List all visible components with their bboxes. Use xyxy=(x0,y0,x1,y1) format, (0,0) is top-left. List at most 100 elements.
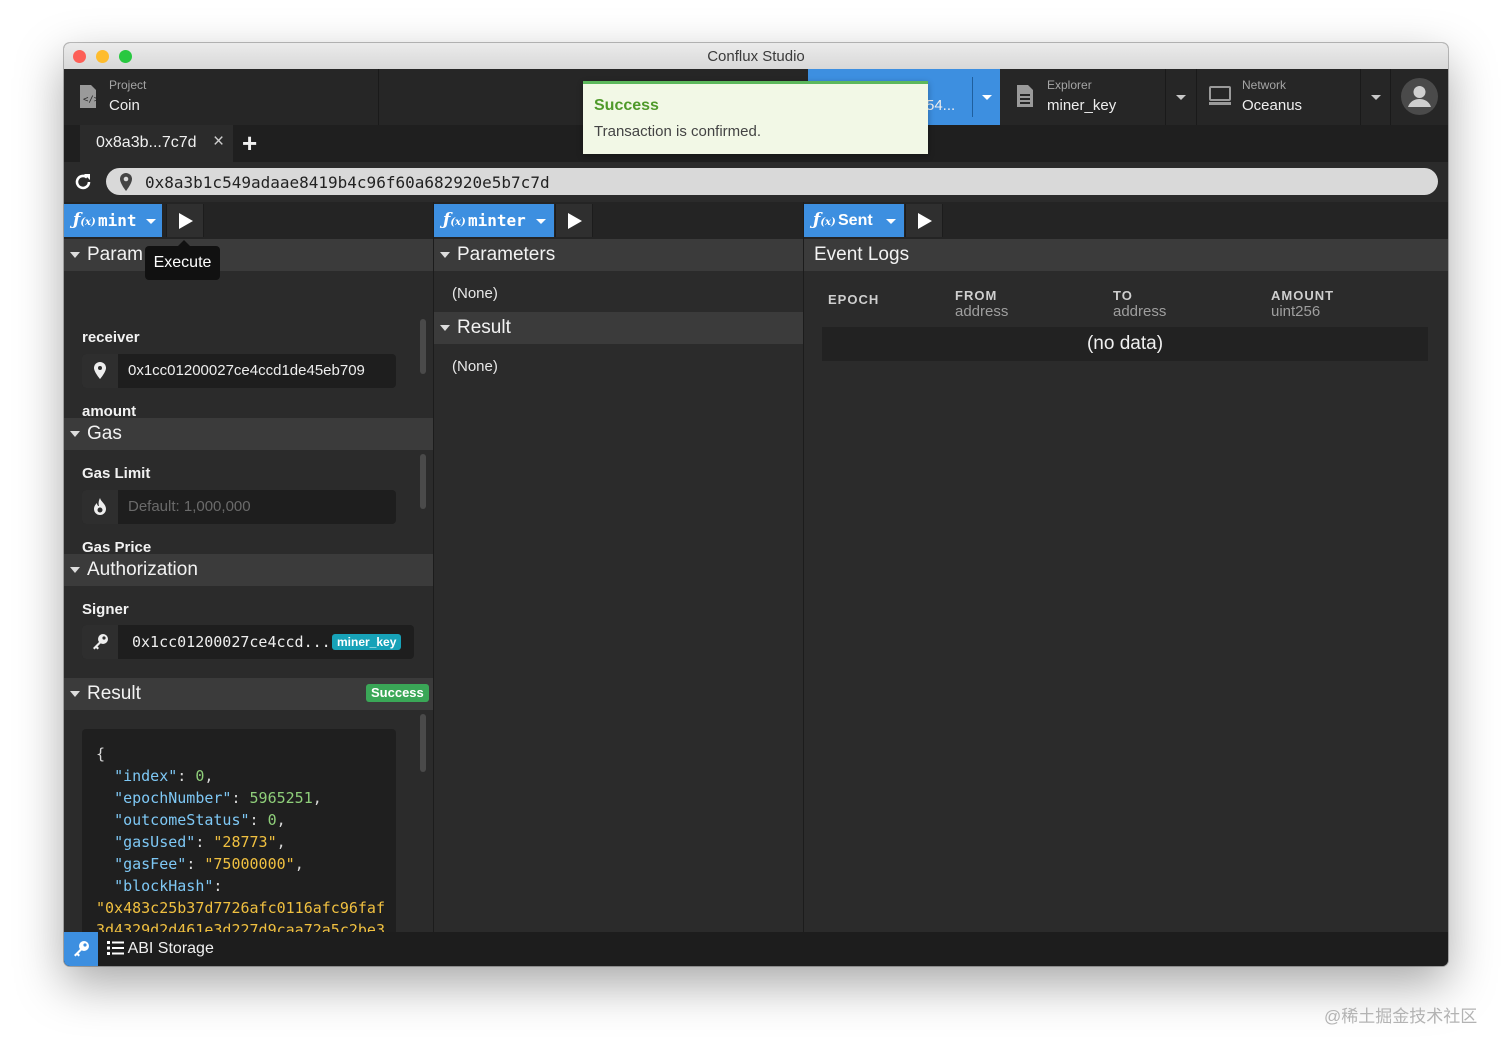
window-title: Conflux Studio xyxy=(707,48,805,65)
json-token: , xyxy=(276,833,286,851)
left-function-panel: ƒ(x) mint Param Execute receiver 0x1cc01… xyxy=(64,202,434,932)
network-selector[interactable]: Network Oceanus xyxy=(1197,69,1390,125)
execute-button[interactable] xyxy=(555,204,593,237)
result-scrollbar[interactable] xyxy=(420,714,426,772)
event-table-header: EPOCH FROM address TO address AMOUNT uin… xyxy=(822,286,1428,326)
json-token: : xyxy=(249,811,268,829)
json-token: , xyxy=(276,811,286,829)
gas-section-header[interactable]: Gas xyxy=(64,418,433,450)
gas-scrollbar[interactable] xyxy=(420,454,426,509)
json-token: : xyxy=(213,877,223,895)
json-line: "0x483c25b37d7726afc0116afc96faf xyxy=(96,897,385,919)
contract-address-short: 54... xyxy=(926,97,956,114)
network-icon xyxy=(1209,86,1231,105)
function-icon: ƒ(x) xyxy=(813,210,836,230)
result-status-badge: Success xyxy=(366,684,429,702)
json-token: "outcomeStatus" xyxy=(114,811,250,829)
signer-label: Signer xyxy=(82,601,129,618)
json-token: : xyxy=(195,833,214,851)
refresh-icon[interactable] xyxy=(73,172,93,192)
function-dropdown-icon[interactable] xyxy=(536,219,546,224)
receiver-input[interactable]: 0x1cc01200027ce4ccd1de45eb709 xyxy=(82,354,396,388)
close-tab-icon[interactable]: × xyxy=(213,131,224,153)
json-token: "gasUsed" xyxy=(114,833,196,851)
json-token: 5965251 xyxy=(249,789,313,807)
network-dropdown-icon[interactable] xyxy=(1371,95,1381,100)
parameters-title: Parameters xyxy=(457,244,556,265)
title-bar: Conflux Studio xyxy=(64,43,1448,69)
event-name: Sent xyxy=(838,212,873,229)
tab-contract[interactable]: 0x8a3b...7c7d × xyxy=(80,125,233,162)
function-dropdown-icon[interactable] xyxy=(146,219,156,224)
gas-title: Gas xyxy=(87,423,122,444)
abi-storage-button[interactable]: ABI Storage xyxy=(107,932,214,966)
signer-keypair-badge: miner_key xyxy=(332,634,402,650)
json-token: { xyxy=(96,745,106,763)
receiver-value: 0x1cc01200027ce4ccd1de45eb709 xyxy=(128,362,365,379)
middle-toolbar: ƒ(x) minter xyxy=(434,202,803,240)
key-icon xyxy=(93,634,108,650)
fetch-events-button[interactable] xyxy=(905,204,943,237)
signer-selector[interactable]: 0x1cc01200027ce4ccd... miner_key xyxy=(82,625,414,659)
signer-address: 0x1cc01200027ce4ccd... xyxy=(132,633,331,651)
play-icon xyxy=(179,213,193,229)
minimize-window-button[interactable] xyxy=(96,50,109,63)
event-logs-title: Event Logs xyxy=(814,244,910,265)
result-section-header[interactable]: Result Success xyxy=(64,678,433,710)
collapse-icon xyxy=(70,691,80,697)
gas-limit-input[interactable]: Default: 1,000,000 xyxy=(82,490,396,524)
project-selector[interactable]: </> Project Coin xyxy=(64,69,378,125)
contract-dropdown-icon[interactable] xyxy=(982,95,992,100)
json-line: "index": 0, xyxy=(96,765,385,787)
function-selector-minter[interactable]: ƒ(x) minter xyxy=(434,204,554,237)
zoom-window-button[interactable] xyxy=(119,50,132,63)
column-amount: AMOUNT uint256 xyxy=(1271,288,1335,320)
left-toolbar: ƒ(x) mint xyxy=(64,202,433,240)
explorer-label: Explorer xyxy=(1047,78,1092,92)
explorer-selector[interactable]: Explorer miner_key xyxy=(1002,69,1195,125)
json-line: { xyxy=(96,743,385,765)
execute-button[interactable] xyxy=(166,204,204,237)
app-window: Conflux Studio </> Project Coin 54... Ex… xyxy=(64,43,1448,966)
address-value: 0x8a3b1c549adaae8419b4c96f60a682920e5b7c… xyxy=(145,173,550,192)
list-icon xyxy=(107,941,124,955)
params-section-header[interactable]: Param xyxy=(64,239,433,271)
right-toolbar: ƒ(x) Sent xyxy=(804,202,1448,240)
collapse-icon xyxy=(440,325,450,331)
json-line: "epochNumber": 5965251, xyxy=(96,787,385,809)
json-token: : xyxy=(186,855,205,873)
json-token: "epochNumber" xyxy=(114,789,232,807)
event-dropdown-icon[interactable] xyxy=(886,219,896,224)
receiver-label: receiver xyxy=(82,329,140,346)
network-label: Network xyxy=(1242,78,1287,92)
toast-message: Transaction is confirmed. xyxy=(594,123,762,140)
params-title: Param xyxy=(87,244,143,265)
params-scrollbar[interactable] xyxy=(420,319,426,374)
address-bar[interactable]: 0x8a3b1c549adaae8419b4c96f60a682920e5b7c… xyxy=(106,168,1438,195)
result-json-view: { "index": 0, "epochNumber": 5965251, "o… xyxy=(82,729,396,932)
result-section-header[interactable]: Result xyxy=(434,312,803,344)
json-token: : xyxy=(177,767,196,785)
column-epoch: EPOCH xyxy=(828,292,880,307)
collapse-icon xyxy=(70,252,80,258)
parameters-section-header[interactable]: Parameters xyxy=(434,239,803,271)
function-selector-mint[interactable]: ƒ(x) mint xyxy=(64,204,162,237)
user-avatar[interactable] xyxy=(1401,78,1438,115)
json-token: "gasFee" xyxy=(114,855,187,873)
json-line: "gasUsed": "28773", xyxy=(96,831,385,853)
keypair-manager-button[interactable] xyxy=(64,932,98,966)
close-window-button[interactable] xyxy=(73,50,86,63)
authorization-section-header[interactable]: Authorization xyxy=(64,554,433,586)
status-bar: ABI Storage xyxy=(64,932,1448,966)
play-icon xyxy=(568,213,582,229)
flame-icon xyxy=(94,498,106,515)
json-token: "28773" xyxy=(213,833,277,851)
function-name: minter xyxy=(468,211,526,230)
event-selector-sent[interactable]: ƒ(x) Sent xyxy=(804,204,904,237)
execute-tooltip: Execute xyxy=(145,240,220,280)
explorer-dropdown-icon[interactable] xyxy=(1176,95,1186,100)
add-tab-icon[interactable]: + xyxy=(242,128,257,159)
success-toast[interactable]: Success Transaction is confirmed. xyxy=(583,81,928,154)
